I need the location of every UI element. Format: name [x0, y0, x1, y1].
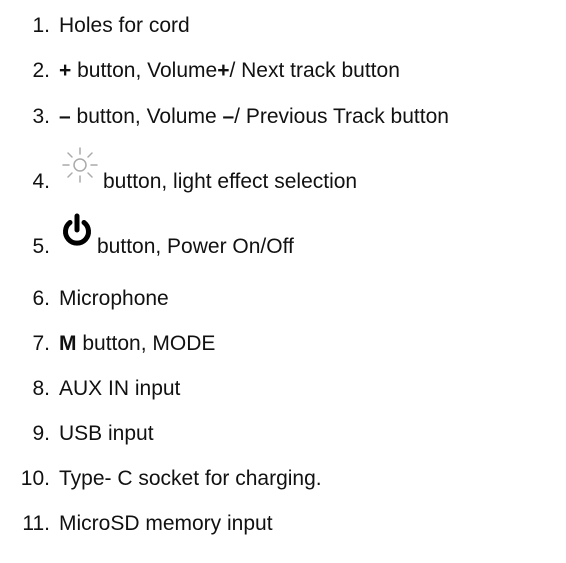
item-text: button, light effect selection [103, 170, 358, 193]
list-item: 9. USB input [0, 414, 154, 454]
item-text: AUX IN input [59, 377, 181, 400]
item-text-2: / Next track button [229, 59, 400, 82]
power-icon [59, 213, 95, 249]
list-item: 3. – button, Volume –/ Previous Track bu… [0, 97, 449, 137]
item-number: 8. [32, 377, 50, 400]
sun-light-icon [59, 144, 101, 186]
minus-symbol: – [59, 105, 71, 128]
plus-symbol-inline: + [217, 59, 230, 82]
list-item: 10. Type- C socket for charging. [0, 459, 322, 499]
item-text: Holes for cord [59, 14, 190, 37]
list-item: 8. AUX IN input [0, 369, 180, 409]
item-text: button, Volume [70, 105, 223, 128]
plus-symbol: + [59, 59, 72, 82]
item-text-2: / Previous Track button [234, 105, 449, 128]
item-text: Microphone [59, 287, 169, 310]
item-text: Type- C socket for charging. [59, 467, 322, 490]
item-number: 6. [32, 287, 50, 310]
item-number: 4. [32, 170, 50, 193]
item-text: MicroSD memory input [59, 512, 273, 535]
list-item: 2. + button, Volume+/ Next track button [0, 51, 400, 91]
item-number: 9. [32, 422, 50, 445]
list-item: 4. button, light effect selection [0, 147, 358, 198]
feature-list: 1. Holes for cord 2. + button, Volume+/ … [0, 0, 566, 563]
item-number: 2. [32, 59, 50, 82]
list-item: 11. MicroSD memory input [0, 504, 273, 544]
list-item: 5. button, Power On/Off [0, 211, 294, 263]
item-number: 3. [32, 105, 50, 128]
item-number: 7. [32, 332, 50, 355]
item-text: button, MODE [76, 332, 216, 355]
item-number: 11. [22, 512, 50, 535]
item-number: 5. [32, 235, 50, 258]
list-item: 6. Microphone [0, 279, 169, 319]
item-text: USB input [59, 422, 154, 445]
mode-symbol: M [59, 332, 77, 355]
item-number: 10. [20, 467, 50, 490]
minus-symbol-inline: – [222, 105, 235, 128]
list-item: 1. Holes for cord [0, 6, 190, 46]
item-number: 1. [32, 14, 50, 37]
item-text: button, Power On/Off [97, 235, 294, 258]
list-item: 7. M button, MODE [0, 324, 215, 364]
item-text: button, Volume [71, 59, 218, 82]
